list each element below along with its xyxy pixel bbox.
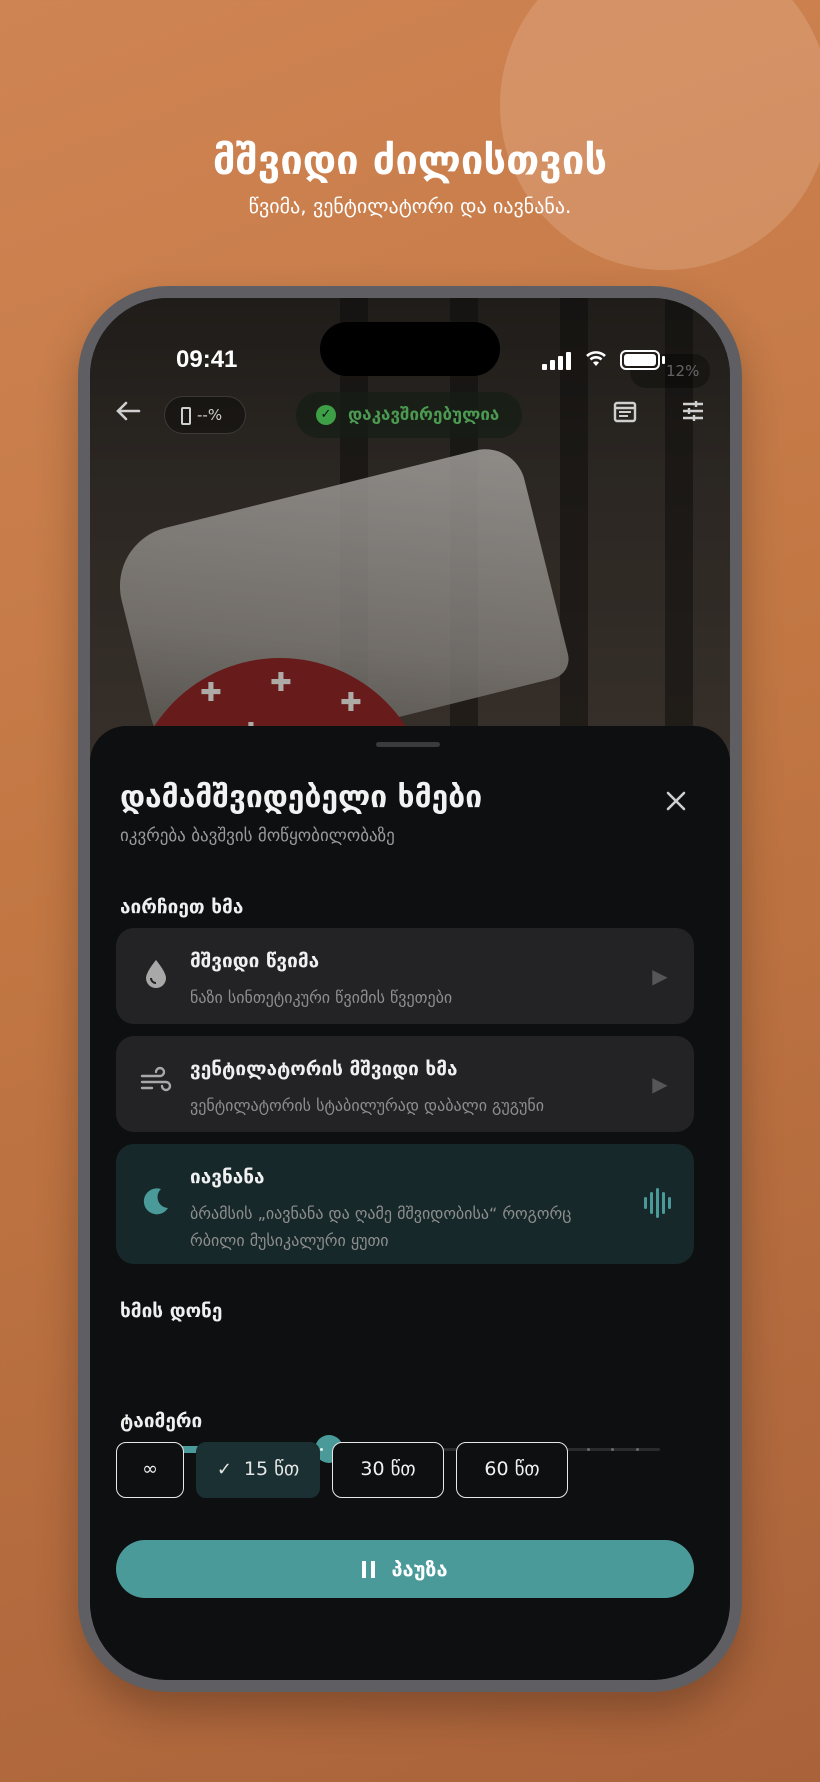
timer-option-label: 60 წთ [484,1458,540,1480]
sound-title: მშვიდი წვიმა [190,950,320,972]
back-arrow-icon[interactable] [110,396,146,432]
drop-icon [138,958,174,994]
calendar-icon[interactable] [608,398,642,432]
device-battery-label: --% [197,406,223,424]
play-icon[interactable]: ▶ [650,964,670,988]
pause-icon [362,1561,376,1578]
check-circle-icon: ✓ [316,405,336,425]
settings-sliders-icon[interactable] [676,398,710,432]
dynamic-island [320,322,500,376]
pause-button-label: პაუზა [391,1557,448,1581]
sound-description: ბრამსის „იავნანა და ღამე მშვიდობისა“ როგ… [190,1204,572,1250]
top-bar: --% ✓ დაკავშირებულია [90,390,730,442]
battery-small-icon [181,406,191,425]
pause-button[interactable]: პაუზა [116,1540,694,1598]
status-bar: 09:41 12% [90,322,730,388]
connection-status-chip: ✓ დაკავშირებულია [296,392,522,438]
status-time: 09:41 [176,346,238,373]
battery-tip [662,356,665,364]
wind-icon [138,1066,174,1102]
play-icon[interactable]: ▶ [650,1072,670,1096]
moon-icon [138,1186,174,1222]
sound-description: ნაზი სინთეტიკური წვიმის წვეთები [190,988,453,1007]
timer-option-label: ∞ [142,1458,158,1480]
equalizer-icon [644,1188,672,1218]
sheet-subtitle: იკვრება ბავშვის მოწყობილობაზე [120,826,395,846]
check-icon: ✓ [216,1459,232,1480]
timer-option-60[interactable]: 60 წთ [456,1442,568,1498]
decorative-circle [500,0,820,270]
promo-subtitle: წვიმა, ვენტილატორი და იავნანა. [248,194,572,218]
slider-tick [636,1448,639,1451]
timer-option-15[interactable]: ✓ 15 წთ [196,1442,320,1498]
slider-tick [611,1448,614,1451]
sound-option-fan[interactable]: ვენტილატორის მშვიდი ხმა ვენტილატორის სტა… [116,1036,694,1132]
sound-title: იავნანა [190,1166,265,1188]
timer-option-label: 30 წთ [360,1458,416,1480]
slider-tick [587,1448,590,1451]
volume-label: ხმის დონე [120,1300,223,1322]
sound-description: ვენტილატორის სტაბილურად დაბალი გუგუნი [190,1096,545,1115]
timer-option-30[interactable]: 30 წთ [332,1442,444,1498]
sheet-title: დამამშვიდებელი ხმები [120,780,483,815]
phone-frame: ✚ ✚ ✚ ✚ ✚ 09:41 12% [78,286,742,1692]
timer-option-infinite[interactable]: ∞ [116,1442,184,1498]
wifi-icon [584,348,608,374]
device-battery-chip: --% [164,396,246,434]
choose-sound-label: აირჩიეთ ხმა [120,896,244,918]
slider-tick [320,1448,323,1451]
sound-option-lullaby[interactable]: იავნანა ბრამსის „იავნანა და ღამე მშვიდობ… [116,1144,694,1264]
phone-screen: ✚ ✚ ✚ ✚ ✚ 09:41 12% [90,298,730,1680]
signal-icon [542,352,572,370]
timer-label: ტაიმერი [120,1410,203,1432]
sound-option-rain[interactable]: მშვიდი წვიმა ნაზი სინთეტიკური წვიმის წვე… [116,928,694,1024]
close-icon[interactable] [660,788,692,820]
promo-title: მშვიდი ძილისთვის [212,138,608,184]
timer-option-label: 15 წთ [243,1458,300,1480]
battery-icon [620,350,660,370]
sheet-drag-handle[interactable] [376,742,440,747]
sound-title: ვენტილატორის მშვიდი ხმა [190,1058,458,1080]
connection-status-label: დაკავშირებულია [348,405,500,425]
soothing-sounds-sheet: დამამშვიდებელი ხმები იკვრება ბავშვის მოწ… [90,726,730,1680]
